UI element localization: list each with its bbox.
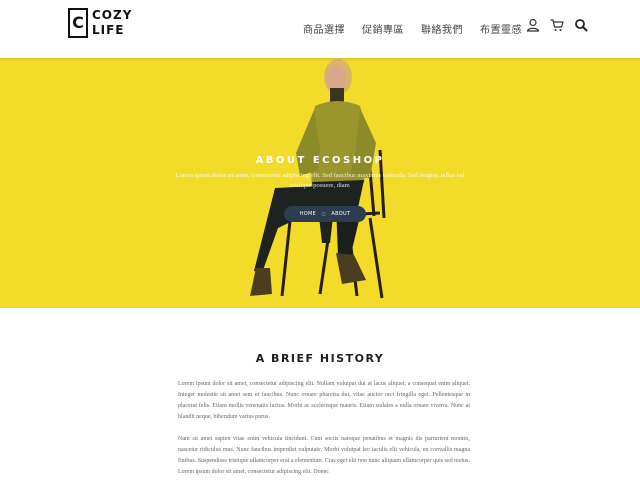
nav-item-products[interactable]: 商品選擇 [303,21,345,36]
logo-text: COZY LIFE [92,8,132,38]
history-paragraph-1: Lorem ipsum dolor sit amet, consectetur … [178,381,470,420]
user-icon[interactable] [526,18,540,32]
hero-title: ABOUT ECOSHOP [255,155,385,166]
nav-item-promotions[interactable]: 促銷專區 [362,21,404,36]
nav-item-contact[interactable]: 聯絡我們 [421,21,463,36]
nav-item-inspiration[interactable]: 布置靈感 [480,21,522,36]
breadcrumb-separator-icon: ⊙ [321,210,327,218]
logo-line-1: COZY [92,8,133,22]
logo-line-2: LIFE [92,23,125,37]
hero-banner: ABOUT ECOSHOP Lorem ipsum dolor sit amet… [0,58,640,308]
hero-subtitle: Lorem ipsum dolor sit amet, consectetur … [175,172,465,189]
search-icon[interactable] [574,18,588,32]
breadcrumb-current: ABOUT [331,211,351,217]
header-icons [526,18,588,32]
main-nav: 商品選擇 促銷專區 聯絡我們 布置靈感 [303,21,522,36]
breadcrumb: HOME ⊙ ABOUT [284,206,366,222]
cart-icon[interactable] [550,18,564,32]
site-header: C COZY LIFE 商品選擇 促銷專區 聯絡我們 布置靈感 [0,0,640,58]
breadcrumb-home-link[interactable]: HOME [300,211,316,217]
history-paragraph-2: Nam sit amet sapien vitae enim vehicula … [178,436,470,475]
logo[interactable]: C COZY LIFE [68,8,132,38]
logo-mark: C [68,8,88,38]
section-title: A BRIEF HISTORY [255,352,385,365]
